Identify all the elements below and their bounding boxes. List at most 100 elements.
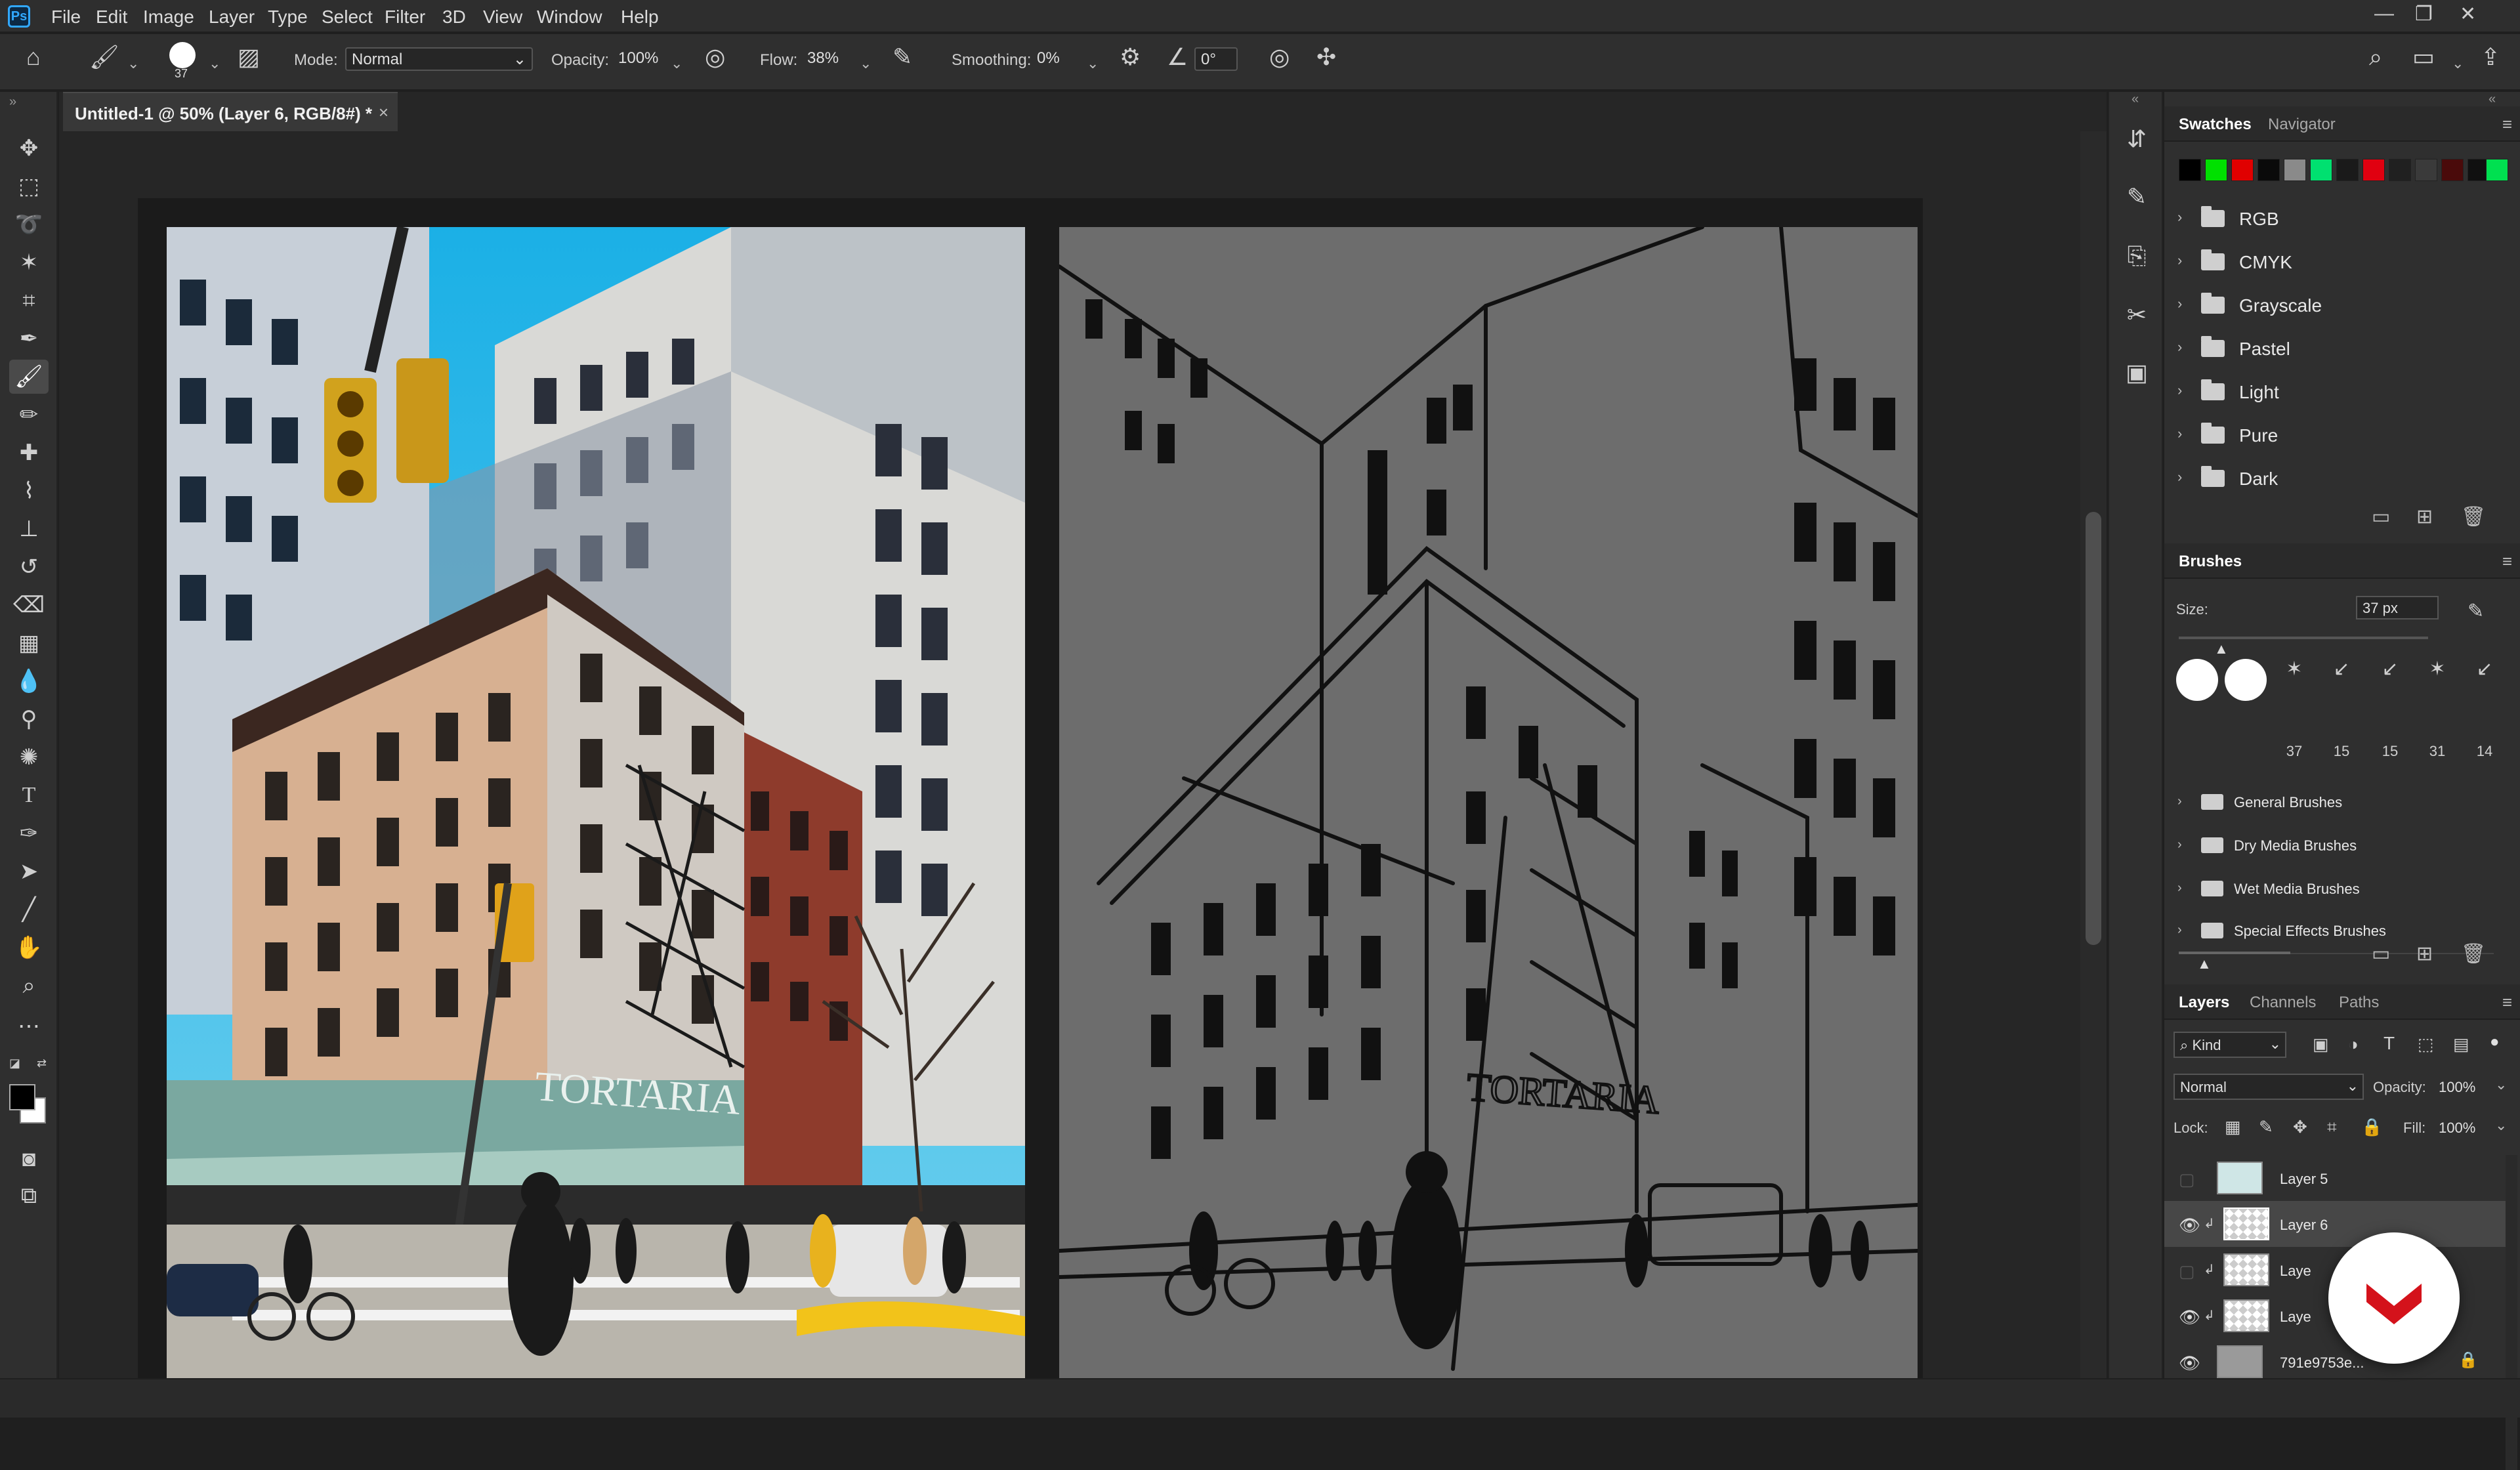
- healing-tool-icon[interactable]: ✚: [9, 436, 49, 470]
- eyedropper-tool-icon[interactable]: ✒: [9, 322, 49, 356]
- new-group-icon[interactable]: ▭: [2372, 942, 2390, 965]
- minimize-icon[interactable]: —: [2374, 3, 2394, 25]
- tab-navigator[interactable]: Navigator: [2268, 116, 2336, 134]
- swatch-group-light[interactable]: › Light: [2174, 373, 2502, 412]
- stamp-tool-icon[interactable]: ⊥: [9, 512, 49, 546]
- panel-menu-icon[interactable]: ≡: [2502, 992, 2512, 1013]
- home-icon[interactable]: ⌂: [26, 43, 41, 71]
- menu-type[interactable]: Type: [268, 7, 308, 28]
- visibility-toggle[interactable]: ▢: [2179, 1261, 2195, 1282]
- zoom-tool-icon[interactable]: ⌕: [9, 969, 49, 1003]
- menu-select[interactable]: Select: [322, 7, 373, 28]
- brush-preset-icon[interactable]: ✶: [2418, 658, 2457, 681]
- visibility-toggle[interactable]: ▢: [2179, 1169, 2195, 1190]
- menu-image[interactable]: Image: [143, 7, 194, 28]
- layer-filter-select[interactable]: ⌕ Kind ⌄: [2174, 1032, 2286, 1058]
- trash-icon[interactable]: 🗑: [2461, 942, 2486, 965]
- blur-tool-icon[interactable]: 💧: [9, 664, 49, 698]
- lock-all-icon[interactable]: 🔒: [2361, 1117, 2382, 1137]
- swatch-color[interactable]: [2284, 159, 2306, 181]
- swatch-group-rgb[interactable]: › RGB: [2174, 200, 2502, 239]
- filter-toggle-icon[interactable]: ●: [2490, 1033, 2500, 1051]
- brush-preset-icon[interactable]: ↙: [2322, 658, 2361, 681]
- filter-pixel-icon[interactable]: ▣: [2313, 1034, 2329, 1055]
- swatch-color[interactable]: [2441, 159, 2464, 181]
- sponge-tool-icon[interactable]: ✺: [9, 740, 49, 774]
- brush-size-input[interactable]: 37 px: [2356, 596, 2439, 620]
- tab-paths[interactable]: Paths: [2339, 994, 2379, 1012]
- symmetry-icon[interactable]: ✣: [1316, 43, 1336, 71]
- chevron-down-icon[interactable]: ⌄: [860, 55, 872, 72]
- pressure-size-icon[interactable]: ◎: [1269, 43, 1290, 71]
- swatch-group-grayscale[interactable]: › Grayscale: [2174, 286, 2502, 326]
- crop-tool-icon[interactable]: ⌗: [9, 284, 49, 318]
- panel-menu-icon[interactable]: ≡: [2502, 551, 2512, 572]
- panel-menu-icon[interactable]: ≡: [2502, 114, 2512, 135]
- slider-thumb[interactable]: ▲: [2197, 956, 2212, 973]
- share-icon[interactable]: ⇪: [2481, 43, 2500, 71]
- chevron-down-icon[interactable]: ⌄: [2495, 1117, 2507, 1134]
- blend-mode-select[interactable]: Normal ⌄: [2174, 1074, 2364, 1100]
- layer-row[interactable]: ▢ Layer 5: [2164, 1155, 2506, 1201]
- lock-pixels-icon[interactable]: ✎: [2259, 1117, 2273, 1137]
- swatch-color[interactable]: [2310, 159, 2332, 181]
- brush-group-wet-media[interactable]: › Wet Media Brushes: [2174, 870, 2502, 910]
- eye-icon[interactable]: 👁: [2179, 1353, 2200, 1374]
- trash-icon[interactable]: 🗑: [2461, 505, 2486, 528]
- mode-select[interactable]: Normal ⌄: [345, 47, 533, 71]
- menu-file[interactable]: File: [51, 7, 81, 28]
- tab-channels[interactable]: Channels: [2250, 994, 2316, 1012]
- fill-input[interactable]: 100%: [2439, 1120, 2475, 1137]
- airbrush-icon[interactable]: ✎: [892, 43, 912, 71]
- hand-tool-icon[interactable]: ✋: [9, 931, 49, 965]
- gear-icon[interactable]: ⚙: [1120, 43, 1141, 71]
- move-tool-icon[interactable]: ✥: [9, 131, 49, 165]
- collapse-icon[interactable]: »: [9, 94, 16, 110]
- menu-window[interactable]: Window: [537, 7, 602, 28]
- opacity-input[interactable]: 100%: [613, 47, 663, 71]
- mixer-brush-tool-icon[interactable]: ⌇: [9, 474, 49, 508]
- restore-icon[interactable]: ❐: [2415, 3, 2433, 26]
- brush-preset-icon[interactable]: 🖌: [89, 43, 119, 71]
- swatch-group-dark[interactable]: › Dark: [2174, 459, 2502, 499]
- clone-source-icon[interactable]: ⎘: [2118, 238, 2155, 274]
- brush-settings-panel-icon[interactable]: ▨: [238, 43, 260, 71]
- eye-icon[interactable]: 👁: [2179, 1215, 2200, 1236]
- swatch-group-cmyk[interactable]: › CMYK: [2174, 243, 2502, 282]
- menu-help[interactable]: Help: [621, 7, 659, 28]
- brush-preset-icon[interactable]: ↙: [2465, 658, 2504, 681]
- gradient-tool-icon[interactable]: ▦: [9, 626, 49, 660]
- new-swatch-icon[interactable]: ⊞: [2416, 505, 2433, 528]
- brush-size-preview-icon[interactable]: [169, 42, 196, 68]
- properties-panel-icon[interactable]: ▣: [2118, 354, 2155, 391]
- workspace-icon[interactable]: ▭: [2412, 43, 2435, 71]
- filter-type-icon[interactable]: T: [2384, 1033, 2395, 1054]
- swap-colors-icon[interactable]: ⇄: [37, 1057, 47, 1070]
- swatch-color[interactable]: [2205, 159, 2227, 181]
- history-brush-tool-icon[interactable]: ↺: [9, 550, 49, 584]
- type-tool-icon[interactable]: T: [9, 778, 49, 812]
- brush-preset-icon[interactable]: ↙: [2370, 658, 2410, 681]
- tab-layers[interactable]: Layers: [2179, 994, 2229, 1012]
- foreground-color-swatch[interactable]: [9, 1084, 35, 1110]
- chevron-down-icon[interactable]: ⌄: [209, 55, 220, 72]
- new-group-icon[interactable]: ▭: [2372, 505, 2390, 528]
- lock-transparency-icon[interactable]: ▦: [2225, 1117, 2241, 1137]
- menu-edit[interactable]: Edit: [96, 7, 127, 28]
- eraser-tool-icon[interactable]: ⌫: [9, 588, 49, 622]
- preview-size-slider[interactable]: [2179, 952, 2290, 954]
- brush-preset-icon[interactable]: ✶: [2275, 658, 2314, 681]
- smoothing-input[interactable]: 0%: [1032, 47, 1075, 71]
- swatch-color[interactable]: [2362, 159, 2385, 181]
- path-selection-tool-icon[interactable]: ➤: [9, 854, 49, 889]
- eye-icon[interactable]: 👁: [2179, 1307, 2200, 1328]
- layers-scrollbar[interactable]: [2506, 1155, 2517, 1470]
- pressure-opacity-icon[interactable]: ◎: [705, 43, 725, 71]
- chevron-down-icon[interactable]: ⌄: [671, 55, 682, 72]
- lock-position-icon[interactable]: ✥: [2293, 1117, 2307, 1137]
- tool-presets-icon[interactable]: ✂: [2118, 297, 2155, 333]
- scrollbar-thumb[interactable]: [2086, 512, 2101, 945]
- history-panel-icon[interactable]: ⇵: [2118, 121, 2155, 158]
- brush-settings-icon[interactable]: ✎: [2118, 178, 2155, 215]
- brush-group-general[interactable]: › General Brushes: [2174, 784, 2502, 823]
